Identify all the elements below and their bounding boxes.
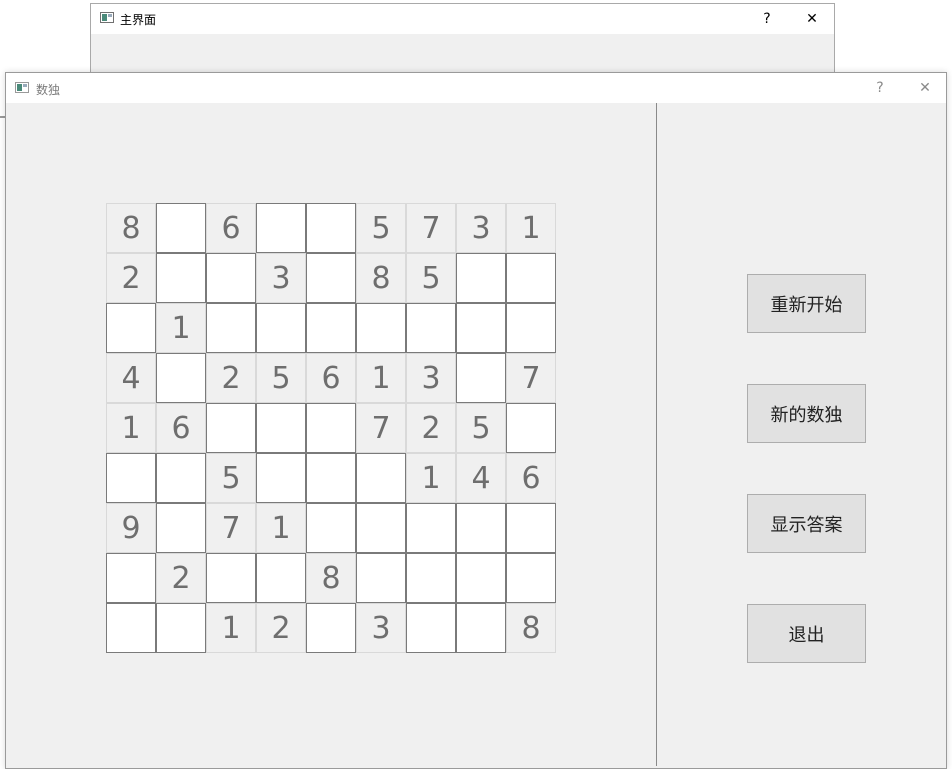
sudoku-cell[interactable]: [156, 253, 206, 303]
sudoku-cell[interactable]: 1: [256, 503, 306, 553]
sudoku-cell[interactable]: [356, 553, 406, 603]
sudoku-cell[interactable]: 3: [406, 353, 456, 403]
sudoku-cell[interactable]: 5: [356, 203, 406, 253]
sudoku-board: 865731238514256137167255146971281238: [106, 203, 556, 653]
sudoku-cell[interactable]: 2: [406, 403, 456, 453]
sudoku-cell[interactable]: [456, 603, 506, 653]
sudoku-cell[interactable]: [406, 503, 456, 553]
new-sudoku-button[interactable]: 新的数独: [747, 384, 866, 443]
sudoku-cell[interactable]: [306, 203, 356, 253]
sudoku-cell[interactable]: [406, 553, 456, 603]
sudoku-cell[interactable]: 2: [106, 253, 156, 303]
sudoku-cell[interactable]: 2: [156, 553, 206, 603]
sudoku-cell[interactable]: [106, 603, 156, 653]
sudoku-cell[interactable]: [506, 553, 556, 603]
sudoku-cell[interactable]: [406, 603, 456, 653]
close-button[interactable]: ✕: [905, 74, 945, 102]
exit-button[interactable]: 退出: [747, 604, 866, 663]
sudoku-cell[interactable]: 6: [206, 203, 256, 253]
sudoku-cell[interactable]: 5: [456, 403, 506, 453]
sudoku-cell[interactable]: 6: [156, 403, 206, 453]
sudoku-cell[interactable]: [256, 453, 306, 503]
sudoku-cell[interactable]: 4: [106, 353, 156, 403]
sudoku-cell[interactable]: [456, 253, 506, 303]
sudoku-window-titlebar[interactable]: 数独 ? ✕: [6, 73, 946, 103]
sudoku-cell[interactable]: 3: [456, 203, 506, 253]
sudoku-cell[interactable]: [456, 353, 506, 403]
help-button[interactable]: ?: [860, 74, 900, 102]
sudoku-cell[interactable]: [206, 303, 256, 353]
sudoku-cell[interactable]: [306, 403, 356, 453]
sudoku-cell[interactable]: [306, 503, 356, 553]
sudoku-cell[interactable]: 2: [256, 603, 306, 653]
sudoku-cell[interactable]: 4: [456, 453, 506, 503]
sudoku-cell[interactable]: [206, 553, 256, 603]
sudoku-cell[interactable]: [456, 303, 506, 353]
main-window-title: 主界面: [120, 13, 157, 27]
sudoku-cell[interactable]: [356, 453, 406, 503]
sudoku-cell[interactable]: 1: [506, 203, 556, 253]
panel-divider: [656, 103, 657, 766]
sudoku-cell[interactable]: [256, 403, 306, 453]
sudoku-cell[interactable]: [506, 403, 556, 453]
sudoku-cell[interactable]: [156, 203, 206, 253]
sudoku-cell[interactable]: [156, 503, 206, 553]
sudoku-cell[interactable]: [506, 303, 556, 353]
sudoku-cell[interactable]: 3: [256, 253, 306, 303]
sudoku-cell[interactable]: [406, 303, 456, 353]
sudoku-cell[interactable]: [356, 303, 406, 353]
sudoku-cell[interactable]: 5: [406, 253, 456, 303]
sudoku-cell[interactable]: 1: [356, 353, 406, 403]
restart-button[interactable]: 重新开始: [747, 274, 866, 333]
sudoku-cell[interactable]: [456, 553, 506, 603]
sudoku-cell[interactable]: 5: [206, 453, 256, 503]
sudoku-cell[interactable]: 1: [206, 603, 256, 653]
sudoku-cell[interactable]: [306, 453, 356, 503]
sudoku-cell[interactable]: [456, 503, 506, 553]
sudoku-cell[interactable]: 1: [406, 453, 456, 503]
sudoku-cell[interactable]: [356, 503, 406, 553]
sudoku-cell[interactable]: [156, 353, 206, 403]
sudoku-cell[interactable]: [106, 453, 156, 503]
sudoku-cell[interactable]: [256, 553, 306, 603]
sudoku-cell[interactable]: [306, 603, 356, 653]
help-button[interactable]: ?: [747, 5, 787, 33]
close-button[interactable]: ✕: [792, 5, 832, 33]
sudoku-cell[interactable]: 5: [256, 353, 306, 403]
sudoku-cell[interactable]: [306, 303, 356, 353]
sudoku-cell[interactable]: 1: [106, 403, 156, 453]
main-window[interactable]: 主界面 ? ✕: [90, 3, 835, 83]
sudoku-cell[interactable]: 7: [406, 203, 456, 253]
app-icon: [100, 12, 114, 23]
sudoku-cell[interactable]: 7: [356, 403, 406, 453]
sudoku-cell[interactable]: 8: [306, 553, 356, 603]
sudoku-cell[interactable]: 9: [106, 503, 156, 553]
sudoku-cell[interactable]: [256, 203, 306, 253]
sudoku-cell[interactable]: [156, 603, 206, 653]
sudoku-cell[interactable]: 8: [106, 203, 156, 253]
sudoku-cell[interactable]: 6: [306, 353, 356, 403]
sudoku-cell[interactable]: 7: [206, 503, 256, 553]
sudoku-cell[interactable]: [306, 253, 356, 303]
sudoku-cell[interactable]: 8: [506, 603, 556, 653]
show-answer-button[interactable]: 显示答案: [747, 494, 866, 553]
sudoku-cell[interactable]: [106, 553, 156, 603]
sudoku-cell[interactable]: 7: [506, 353, 556, 403]
sudoku-cell[interactable]: [256, 303, 306, 353]
sudoku-window[interactable]: 数独 ? ✕ 865731238514256137167255146971281…: [5, 72, 947, 769]
sudoku-window-title: 数独: [36, 83, 61, 97]
sudoku-cell[interactable]: 1: [156, 303, 206, 353]
sudoku-cell[interactable]: [106, 303, 156, 353]
sudoku-cell[interactable]: 8: [356, 253, 406, 303]
main-window-titlebar[interactable]: 主界面 ? ✕: [91, 4, 834, 34]
sudoku-cell[interactable]: [156, 453, 206, 503]
app-icon: [15, 82, 29, 93]
sudoku-cell[interactable]: 2: [206, 353, 256, 403]
sudoku-cell[interactable]: [506, 253, 556, 303]
sudoku-cell[interactable]: [206, 253, 256, 303]
sudoku-cell[interactable]: 3: [356, 603, 406, 653]
sudoku-cell[interactable]: [506, 503, 556, 553]
sudoku-cell[interactable]: [206, 403, 256, 453]
sudoku-cell[interactable]: 6: [506, 453, 556, 503]
